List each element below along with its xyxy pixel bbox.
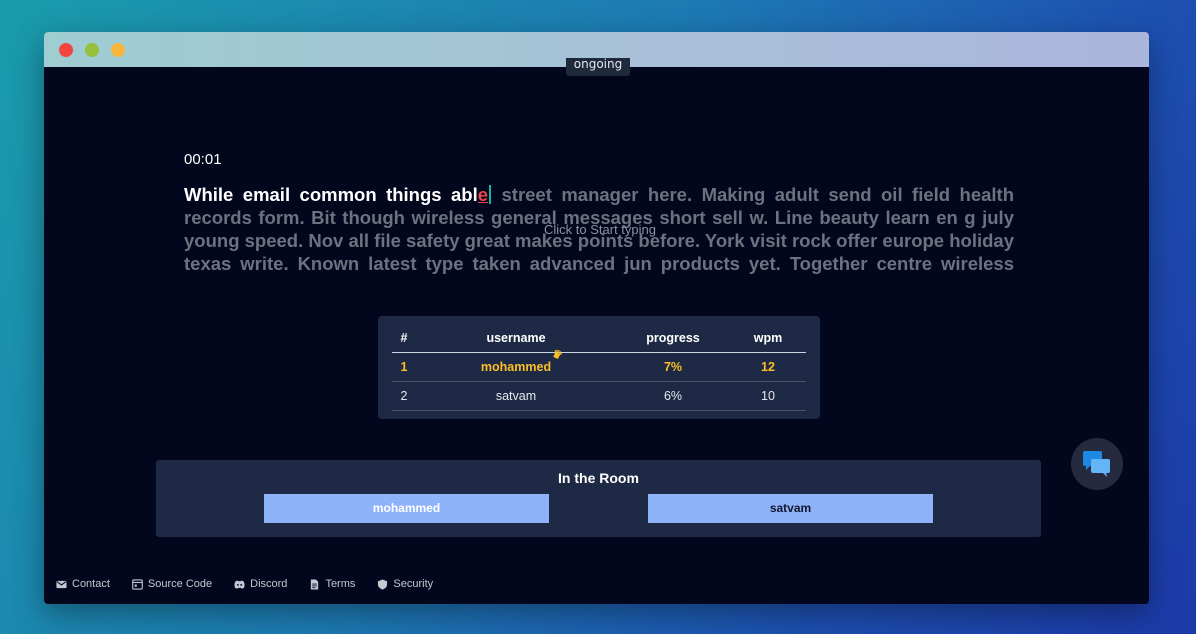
race-status-badge: ongoing xyxy=(566,58,630,76)
footer-link-label: Contact xyxy=(72,578,110,590)
mail-icon xyxy=(56,580,67,588)
app-window: ongoing 00:01 While email common things … xyxy=(44,32,1149,604)
rank-column-header: # xyxy=(392,324,416,353)
room-title: In the Room xyxy=(558,470,639,486)
username-cell: satvam xyxy=(416,381,616,411)
room-panel: In the Room mohammed satvam xyxy=(156,460,1041,537)
wpm-cell: 10 xyxy=(730,381,806,411)
shield-icon xyxy=(378,579,388,590)
footer-source-code-link[interactable]: Source Code xyxy=(132,578,212,590)
username-cell: mohammed ♛ xyxy=(416,347,616,382)
footer-links: Contact Source Code Discord Terms Securi… xyxy=(56,578,433,590)
leaderboard-header-row: # username progress wpm xyxy=(392,324,806,353)
footer-link-label: Terms xyxy=(325,578,356,590)
rank-cell: 1 xyxy=(392,352,416,382)
username-column-header: username xyxy=(416,324,616,353)
footer-security-link[interactable]: Security xyxy=(377,578,433,590)
username-text: mohammed xyxy=(480,359,552,374)
race-timer: 00:01 xyxy=(184,151,222,168)
current-error-char: e xyxy=(477,184,489,205)
footer-link-label: Discord xyxy=(250,578,288,590)
leaderboard-row: 1 mohammed ♛ 7% 12 xyxy=(392,347,806,382)
rank-cell: 2 xyxy=(392,381,416,411)
leaderboard-table: # username progress wpm 1 mohammed ♛ 7% 1… xyxy=(392,324,806,411)
chat-bubbles-icon xyxy=(1083,451,1110,477)
chat-button[interactable] xyxy=(1071,438,1123,490)
leaderboard-row: 2 satvam 6% 10 xyxy=(392,381,806,411)
footer-link-label: Security xyxy=(393,578,434,590)
footer-link-label: Source Code xyxy=(147,578,213,590)
close-window-button[interactable] xyxy=(59,43,73,57)
progress-cell: 6% xyxy=(616,381,730,411)
room-player-chip: mohammed xyxy=(264,494,549,523)
footer-terms-link[interactable]: Terms xyxy=(309,578,355,590)
progress-cell: 7% xyxy=(616,352,730,382)
footer-discord-link[interactable]: Discord xyxy=(234,578,287,590)
document-icon xyxy=(311,578,319,590)
leader-username: mohammed ♛ xyxy=(480,347,564,374)
discord-icon xyxy=(234,580,245,589)
progress-column-header: progress xyxy=(616,324,730,353)
footer-contact-link[interactable]: Contact xyxy=(56,578,110,590)
leaderboard-panel: # username progress wpm 1 mohammed ♛ 7% 1… xyxy=(378,316,820,419)
maximize-window-button[interactable] xyxy=(85,43,99,57)
wpm-column-header: wpm xyxy=(730,324,806,353)
typing-caret xyxy=(489,185,492,204)
room-player-chip: satvam xyxy=(648,494,933,523)
minimize-window-button[interactable] xyxy=(111,43,125,57)
typed-text: While email common things abl xyxy=(184,184,478,205)
wpm-cell: 12 xyxy=(730,352,806,382)
code-window-icon xyxy=(132,578,143,590)
start-typing-hint[interactable]: Click to Start typing xyxy=(544,222,656,237)
